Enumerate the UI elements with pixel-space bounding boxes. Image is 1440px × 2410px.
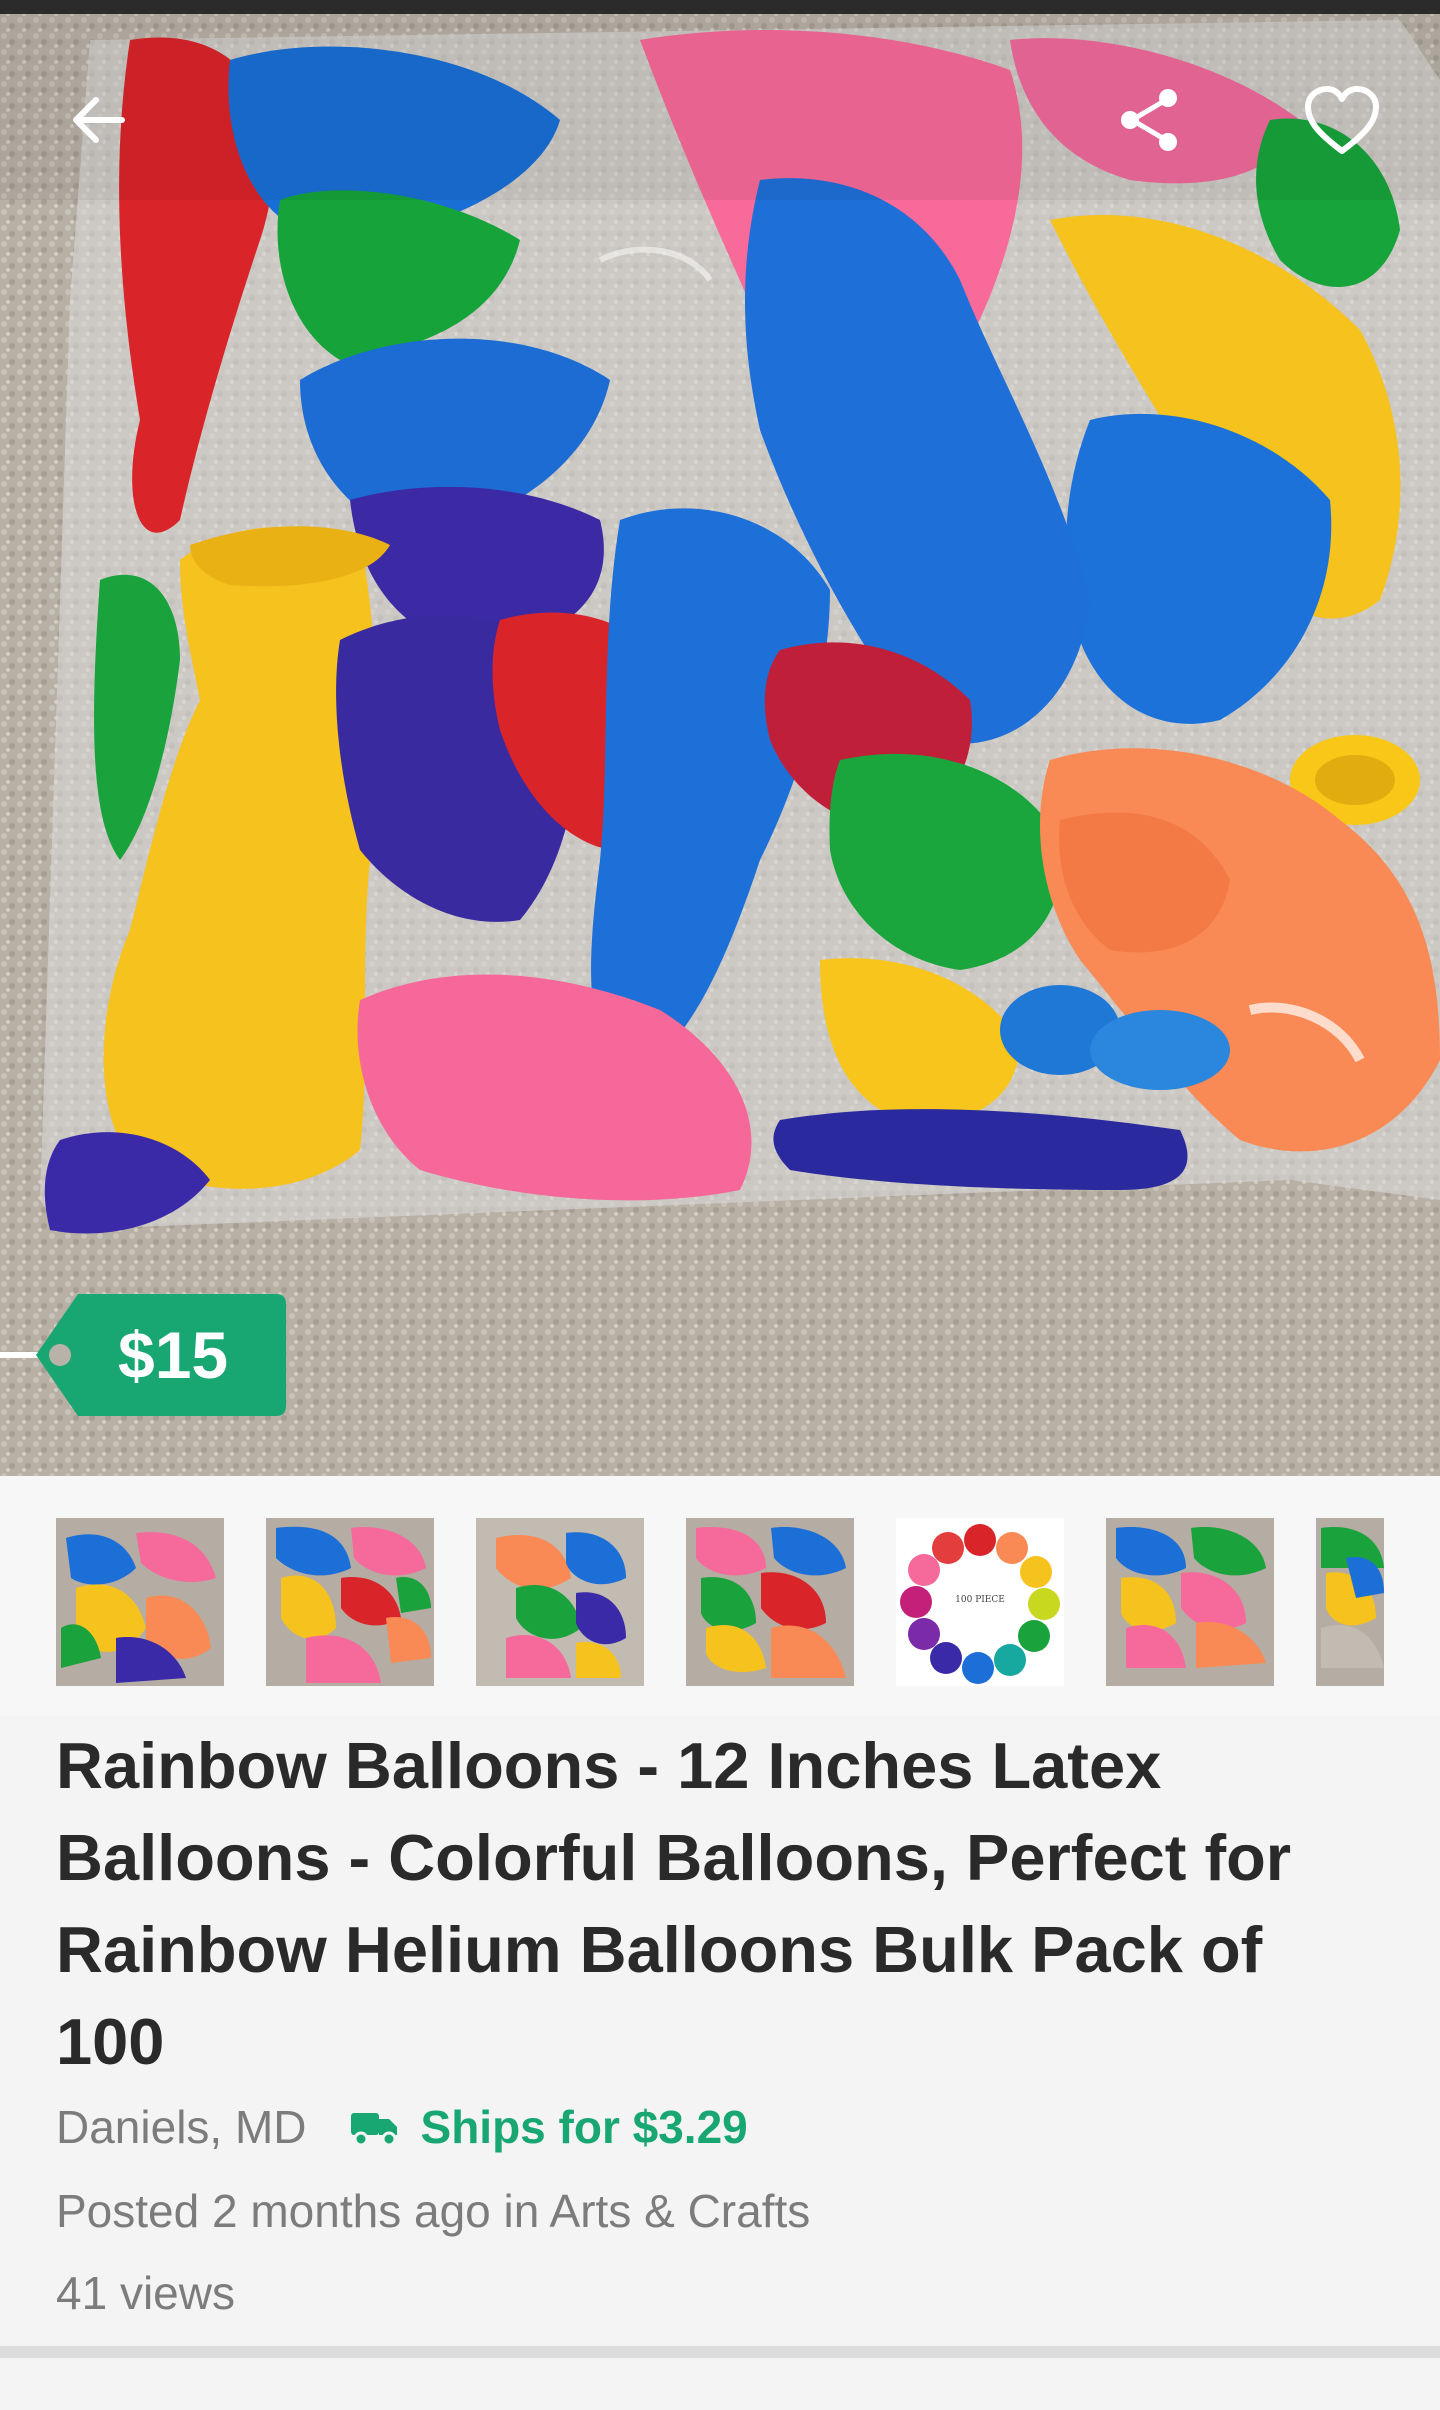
- thumbnail-strip[interactable]: 100 PIECE: [0, 1476, 1440, 1716]
- location-shipping-row: Daniels, MD Ships for $3.29: [56, 2092, 748, 2162]
- product-photo[interactable]: [0, 0, 1440, 1476]
- truck-icon: [350, 2113, 397, 2147]
- thumbnail-6[interactable]: [1106, 1518, 1274, 1686]
- thumbnail-badge: 100 PIECE: [955, 1595, 1005, 1605]
- back-arrow-icon: [73, 97, 125, 143]
- back-button[interactable]: [48, 70, 148, 170]
- location-text: Daniels, MD: [56, 2101, 307, 2153]
- thumbnail-5[interactable]: 100 PIECE: [896, 1518, 1064, 1686]
- thumbnail-2[interactable]: [266, 1518, 434, 1686]
- status-bar: [0, 0, 1440, 14]
- thumbnail-4[interactable]: [686, 1518, 854, 1686]
- thumbnail-1[interactable]: [56, 1518, 224, 1686]
- share-button[interactable]: [1100, 70, 1200, 170]
- listing-title: Rainbow Balloons - 12 Inches Latex Ballo…: [56, 1729, 1292, 2078]
- next-section: [0, 2358, 1440, 2410]
- share-icon: [1121, 89, 1177, 151]
- thumbnail-3[interactable]: [476, 1518, 644, 1686]
- listing-screen: $15 100 PIECE Rainbow Balloons - 12 Inch…: [0, 0, 1440, 2410]
- favorite-button[interactable]: [1292, 70, 1392, 170]
- posted-info: Posted 2 months ago in Arts & Crafts: [56, 2185, 811, 2237]
- thumbnail-7[interactable]: [1316, 1518, 1384, 1686]
- price-label: $15: [118, 1318, 229, 1392]
- views-count: 41 views: [56, 2267, 235, 2319]
- shipping-info[interactable]: Ships for $3.29: [349, 2100, 748, 2154]
- heart-icon: [1305, 86, 1379, 154]
- section-divider: [0, 2346, 1440, 2358]
- shipping-text: Ships for $3.29: [420, 2101, 748, 2153]
